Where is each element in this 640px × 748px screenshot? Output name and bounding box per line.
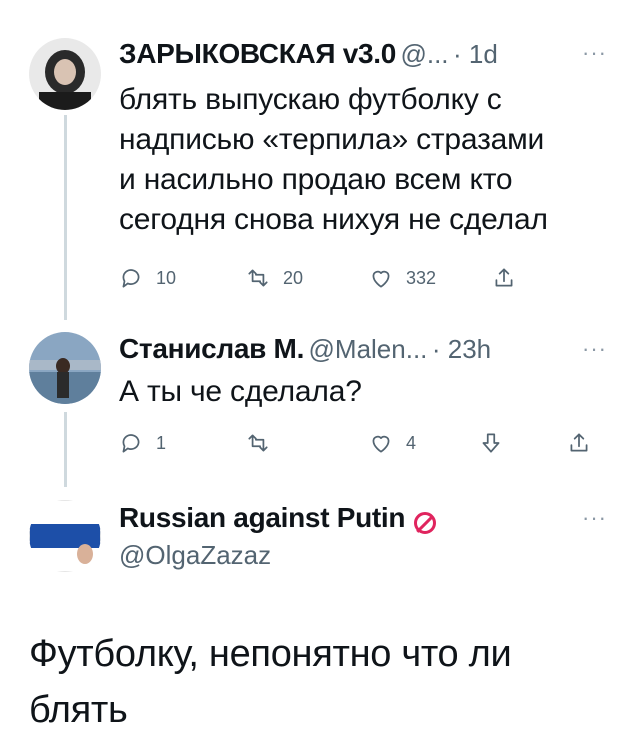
tweet-text-line: А ты че сделала? xyxy=(119,375,362,408)
author-handle[interactable]: @Malen... xyxy=(309,334,428,364)
retweet-button[interactable]: 20 xyxy=(245,265,303,291)
tweet-text-line: блять выпускаю футболку с xyxy=(119,83,502,116)
avatar[interactable] xyxy=(29,38,101,110)
avatar[interactable] xyxy=(29,500,101,572)
author-handle[interactable]: @... xyxy=(400,39,448,69)
thread-line xyxy=(64,115,67,320)
heart-icon xyxy=(372,270,390,288)
avatar-image xyxy=(29,500,101,572)
more-options-icon[interactable]: ··· xyxy=(582,336,607,362)
thread-line xyxy=(64,412,67,487)
like-button[interactable]: 4 xyxy=(368,430,416,456)
avatar[interactable] xyxy=(29,332,101,404)
author-name[interactable]: Russian against Putin xyxy=(119,502,406,533)
tweet-text: блять выпускаю футболку с надписью «терп… xyxy=(119,80,619,240)
avatar-image xyxy=(29,332,101,404)
tweet-time[interactable]: · 23h xyxy=(432,334,491,364)
prohibited-icon xyxy=(413,511,436,534)
author-handle[interactable]: @OlgaZazaz xyxy=(119,540,271,571)
tweet-text-line: и насильно продаю всем кто xyxy=(119,163,513,196)
downvote-button[interactable] xyxy=(478,430,504,456)
reply-count: 10 xyxy=(156,267,177,288)
reply-icon xyxy=(122,269,140,288)
more-options-icon[interactable]: ··· xyxy=(582,505,607,531)
tweet-text: А ты че сделала? xyxy=(119,372,619,412)
author-name[interactable]: ЗАРЫКОВСКАЯ v3.0 xyxy=(119,38,396,69)
retweet-icon xyxy=(248,269,268,287)
avatar-image xyxy=(29,38,101,110)
heart-icon xyxy=(372,435,390,453)
like-count: 332 xyxy=(406,267,437,288)
share-button[interactable] xyxy=(491,265,517,291)
tweet-text-line: Футболку, непонятно что ли xyxy=(29,633,512,675)
share-icon xyxy=(570,433,588,452)
tweet-text-line: надписью «терпила» стразами xyxy=(119,123,545,156)
tweet-text: Футболку, непонятно что ли блять xyxy=(29,626,619,738)
tweet-time[interactable]: · 1d xyxy=(453,39,498,69)
more-options-icon[interactable]: ··· xyxy=(582,40,607,66)
tweet-text-line: блять xyxy=(29,689,128,731)
reply-button[interactable]: 1 xyxy=(118,430,166,456)
retweet-button[interactable] xyxy=(245,430,271,456)
reply-icon xyxy=(122,434,140,453)
like-count: 4 xyxy=(406,432,417,453)
reply-count: 1 xyxy=(156,432,167,453)
reply-button[interactable]: 10 xyxy=(118,265,176,291)
share-button[interactable] xyxy=(566,430,592,456)
author-name[interactable]: Станислав М. xyxy=(119,333,304,364)
like-button[interactable]: 332 xyxy=(368,265,436,291)
downvote-arrow-icon xyxy=(482,433,500,453)
share-icon xyxy=(495,268,513,287)
retweet-count: 20 xyxy=(283,267,304,288)
retweet-icon xyxy=(248,434,268,452)
tweet-text-line: сегодня снова нихуя не сделал xyxy=(119,203,548,236)
